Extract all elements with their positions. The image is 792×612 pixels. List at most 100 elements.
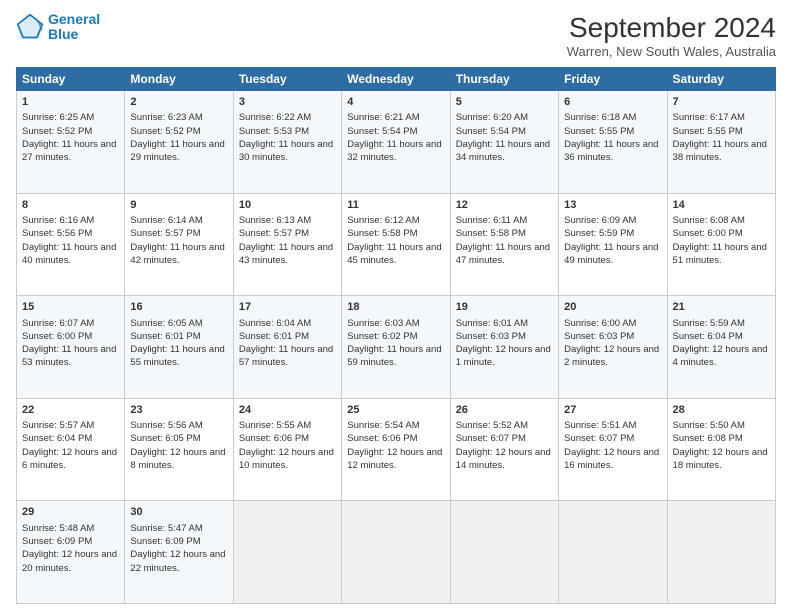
- col-monday: Monday: [125, 68, 233, 91]
- table-cell: [450, 501, 558, 604]
- sunrise-text: Sunrise: 6:08 AM: [673, 215, 745, 226]
- daylight-label: Daylight: 11 hours and 47 minutes.: [456, 242, 550, 266]
- sunrise-text: Sunrise: 6:09 AM: [564, 215, 636, 226]
- table-cell: 17Sunrise: 6:04 AMSunset: 6:01 PMDayligh…: [233, 296, 341, 399]
- col-tuesday: Tuesday: [233, 68, 341, 91]
- daylight-label: Daylight: 12 hours and 6 minutes.: [22, 447, 117, 471]
- sunrise-text: Sunrise: 6:22 AM: [239, 112, 311, 123]
- sunset-text: Sunset: 5:56 PM: [22, 228, 92, 239]
- sunset-text: Sunset: 5:55 PM: [564, 126, 634, 137]
- sunrise-text: Sunrise: 5:52 AM: [456, 420, 528, 431]
- sunrise-text: Sunrise: 6:03 AM: [347, 318, 419, 329]
- sunset-text: Sunset: 5:57 PM: [239, 228, 309, 239]
- daylight-label: Daylight: 11 hours and 42 minutes.: [130, 242, 224, 266]
- daylight-label: Daylight: 11 hours and 29 minutes.: [130, 139, 224, 163]
- sunset-text: Sunset: 6:09 PM: [22, 536, 92, 547]
- sunrise-text: Sunrise: 6:07 AM: [22, 318, 94, 329]
- sunrise-text: Sunrise: 6:11 AM: [456, 215, 528, 226]
- sunset-text: Sunset: 5:54 PM: [347, 126, 417, 137]
- sunset-text: Sunset: 5:57 PM: [130, 228, 200, 239]
- day-number: 6: [564, 95, 661, 110]
- day-number: 1: [22, 95, 119, 110]
- col-friday: Friday: [559, 68, 667, 91]
- day-number: 13: [564, 198, 661, 213]
- day-number: 4: [347, 95, 444, 110]
- table-cell: 1Sunrise: 6:25 AMSunset: 5:52 PMDaylight…: [17, 91, 125, 194]
- sunset-text: Sunset: 6:01 PM: [130, 331, 200, 342]
- sunrise-text: Sunrise: 5:55 AM: [239, 420, 311, 431]
- sunrise-text: Sunrise: 5:57 AM: [22, 420, 94, 431]
- sunset-text: Sunset: 5:52 PM: [22, 126, 92, 137]
- daylight-label: Daylight: 11 hours and 51 minutes.: [673, 242, 767, 266]
- table-cell: 3Sunrise: 6:22 AMSunset: 5:53 PMDaylight…: [233, 91, 341, 194]
- calendar-row: 8Sunrise: 6:16 AMSunset: 5:56 PMDaylight…: [17, 193, 776, 296]
- daylight-label: Daylight: 11 hours and 43 minutes.: [239, 242, 333, 266]
- day-number: 20: [564, 300, 661, 315]
- location: Warren, New South Wales, Australia: [567, 44, 776, 59]
- table-cell: 15Sunrise: 6:07 AMSunset: 6:00 PMDayligh…: [17, 296, 125, 399]
- sunrise-text: Sunrise: 6:12 AM: [347, 215, 419, 226]
- logo-text: General Blue: [48, 12, 100, 43]
- day-number: 12: [456, 198, 553, 213]
- table-cell: 19Sunrise: 6:01 AMSunset: 6:03 PMDayligh…: [450, 296, 558, 399]
- sunrise-text: Sunrise: 5:51 AM: [564, 420, 636, 431]
- table-cell: 27Sunrise: 5:51 AMSunset: 6:07 PMDayligh…: [559, 398, 667, 501]
- day-number: 2: [130, 95, 227, 110]
- sunrise-text: Sunrise: 5:54 AM: [347, 420, 419, 431]
- sunrise-text: Sunrise: 6:13 AM: [239, 215, 311, 226]
- daylight-label: Daylight: 11 hours and 45 minutes.: [347, 242, 441, 266]
- sunset-text: Sunset: 6:03 PM: [456, 331, 526, 342]
- sunrise-text: Sunrise: 6:00 AM: [564, 318, 636, 329]
- daylight-label: Daylight: 12 hours and 8 minutes.: [130, 447, 225, 471]
- sunrise-text: Sunrise: 6:18 AM: [564, 112, 636, 123]
- table-cell: [342, 501, 450, 604]
- daylight-label: Daylight: 12 hours and 16 minutes.: [564, 447, 659, 471]
- daylight-label: Daylight: 12 hours and 22 minutes.: [130, 549, 225, 573]
- col-saturday: Saturday: [667, 68, 775, 91]
- sunset-text: Sunset: 6:04 PM: [673, 331, 743, 342]
- sunrise-text: Sunrise: 6:17 AM: [673, 112, 745, 123]
- sunrise-text: Sunrise: 6:04 AM: [239, 318, 311, 329]
- day-number: 5: [456, 95, 553, 110]
- sunrise-text: Sunrise: 5:47 AM: [130, 523, 202, 534]
- sunrise-text: Sunrise: 5:59 AM: [673, 318, 745, 329]
- sunset-text: Sunset: 5:55 PM: [673, 126, 743, 137]
- month-title: September 2024: [567, 12, 776, 44]
- daylight-label: Daylight: 12 hours and 12 minutes.: [347, 447, 442, 471]
- sunset-text: Sunset: 5:58 PM: [456, 228, 526, 239]
- sunset-text: Sunset: 6:06 PM: [239, 433, 309, 444]
- table-cell: 11Sunrise: 6:12 AMSunset: 5:58 PMDayligh…: [342, 193, 450, 296]
- day-number: 23: [130, 403, 227, 418]
- table-cell: [233, 501, 341, 604]
- sunrise-text: Sunrise: 5:48 AM: [22, 523, 94, 534]
- table-cell: [559, 501, 667, 604]
- table-cell: 7Sunrise: 6:17 AMSunset: 5:55 PMDaylight…: [667, 91, 775, 194]
- sunset-text: Sunset: 6:00 PM: [673, 228, 743, 239]
- daylight-label: Daylight: 12 hours and 18 minutes.: [673, 447, 768, 471]
- day-number: 30: [130, 505, 227, 520]
- sunset-text: Sunset: 6:02 PM: [347, 331, 417, 342]
- page: General Blue September 2024 Warren, New …: [0, 0, 792, 612]
- table-cell: 14Sunrise: 6:08 AMSunset: 6:00 PMDayligh…: [667, 193, 775, 296]
- table-cell: 8Sunrise: 6:16 AMSunset: 5:56 PMDaylight…: [17, 193, 125, 296]
- sunrise-text: Sunrise: 5:50 AM: [673, 420, 745, 431]
- table-cell: 20Sunrise: 6:00 AMSunset: 6:03 PMDayligh…: [559, 296, 667, 399]
- sunset-text: Sunset: 6:07 PM: [564, 433, 634, 444]
- table-cell: 21Sunrise: 5:59 AMSunset: 6:04 PMDayligh…: [667, 296, 775, 399]
- table-cell: 12 Sunrise: 6:11 AM Sunset: 5:58 PM Dayligh…: [450, 193, 558, 296]
- day-number: 28: [673, 403, 770, 418]
- sunset-text: Sunset: 5:53 PM: [239, 126, 309, 137]
- col-sunday: Sunday: [17, 68, 125, 91]
- daylight-label: Daylight: 11 hours and 55 minutes.: [130, 344, 224, 368]
- calendar-header-row: Sunday Monday Tuesday Wednesday Thursday…: [17, 68, 776, 91]
- table-cell: 26Sunrise: 5:52 AMSunset: 6:07 PMDayligh…: [450, 398, 558, 501]
- table-cell: 30Sunrise: 5:47 AMSunset: 6:09 PMDayligh…: [125, 501, 233, 604]
- sunrise-text: Sunrise: 6:21 AM: [347, 112, 419, 123]
- sunset-text: Sunset: 5:52 PM: [130, 126, 200, 137]
- day-number: 3: [239, 95, 336, 110]
- sunset-text: Sunset: 6:04 PM: [22, 433, 92, 444]
- calendar-table: Sunday Monday Tuesday Wednesday Thursday…: [16, 67, 776, 604]
- logo: General Blue: [16, 12, 100, 43]
- day-number: 26: [456, 403, 553, 418]
- day-number: 10: [239, 198, 336, 213]
